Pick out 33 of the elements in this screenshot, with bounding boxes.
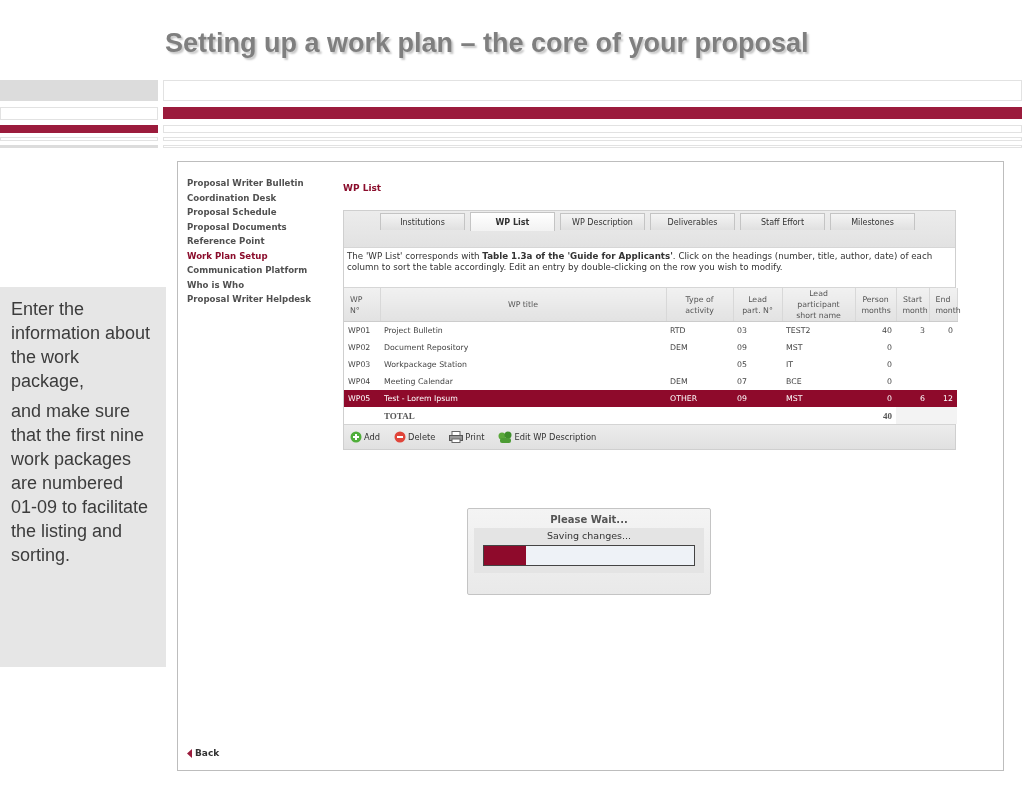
toolbar-button[interactable]: Add: [350, 431, 381, 443]
description-text: The 'WP List' corresponds with Table 1.3a of the 'Guide for Applicants'. Click on the headings (number, title, author, date) of each column to sort the table accordingly. Edit an entry by double-clicking on the row you wish to modify.: [344, 248, 955, 288]
nav-link[interactable]: Who is Who: [187, 277, 245, 292]
toolbar-button[interactable]: Delete: [394, 431, 436, 443]
people-icon: [498, 431, 513, 443]
toolbar-button[interactable]: Print: [449, 431, 485, 443]
plus-icon: [350, 431, 362, 443]
nav-link[interactable]: Communication Platform: [187, 263, 308, 278]
nav-link[interactable]: Proposal Writer Helpdesk: [187, 292, 311, 307]
nav-link[interactable]: Work Plan Setup: [187, 248, 268, 263]
dialog-message: Saving changes...: [545, 530, 633, 541]
nav-link[interactable]: Proposal Documents: [187, 219, 287, 234]
back-link[interactable]: Back: [187, 748, 220, 758]
printer-icon: [449, 431, 464, 443]
tab[interactable]: Staff Effort: [740, 213, 825, 230]
tab[interactable]: Deliverables: [650, 213, 735, 230]
total-value: 40: [883, 410, 892, 421]
slide-title: Setting up a work plan – the core of your proposal: [165, 28, 810, 59]
nav-link[interactable]: Proposal Writer Bulletin: [187, 176, 304, 191]
note-text: and make sure that the first nine work packages are numbered 01-09 to facilitate the listing and sorting.: [11, 400, 150, 567]
page-title: WP List: [343, 183, 382, 193]
tab[interactable]: WP Description: [560, 213, 645, 230]
triangle-icon: [187, 748, 192, 758]
tab[interactable]: Institutions: [380, 213, 465, 230]
total-label: TOTAL: [384, 410, 415, 421]
dialog-title: Please Wait...: [549, 513, 629, 527]
nav-link[interactable]: Coordination Desk: [187, 190, 277, 205]
toolbar-button[interactable]: Edit WP Description: [498, 431, 597, 443]
tab[interactable]: WP List: [470, 212, 555, 231]
tab[interactable]: Milestones: [830, 213, 915, 230]
nav-link[interactable]: Proposal Schedule: [187, 205, 277, 220]
nav-link[interactable]: Reference Point: [187, 234, 265, 249]
minus-icon: [394, 431, 407, 443]
